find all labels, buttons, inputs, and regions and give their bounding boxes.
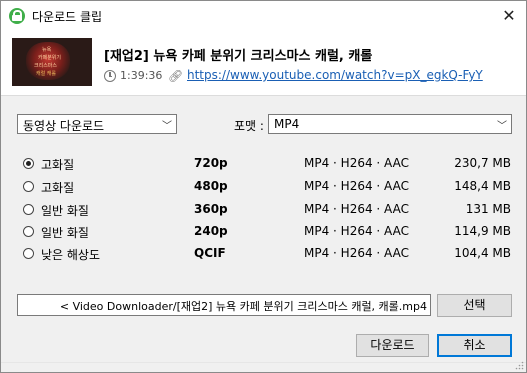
quality-radio[interactable] [23,204,34,215]
format-select[interactable]: MP4 ﹀ [268,114,512,134]
quality-format: MP4 · H264 · AAC [304,156,409,170]
quality-label: 낮은 해상도 [41,248,101,262]
quality-option[interactable]: 고화질 720p MP4 · H264 · AAC 230,7 MB [1,154,526,176]
quality-size: 114,9 MB [454,224,511,238]
download-clip-dialog: 다운로드 클립 ✕ 뉴욕 카페분위기 크리스마스 캐럴 캐롤 [재업2] 뉴욕 … [0,0,527,373]
quality-radio[interactable] [23,158,34,169]
quality-resolution: 480p [194,179,228,193]
resize-grip-icon[interactable] [514,360,524,370]
format-value: MP4 [274,117,300,131]
quality-radio[interactable] [23,226,34,237]
video-url-link[interactable]: https://www.youtube.com/watch?v=pX_egkQ-… [187,68,483,82]
chevron-down-icon: ﹀ [497,121,507,132]
browse-button[interactable]: 선택 [437,294,512,317]
video-title: [재업2] 뉴욕 카페 분위기 크리스마스 캐럴, 캐롤 [104,49,373,64]
quality-option[interactable]: 일반 화질 240p MP4 · H264 · AAC 114,9 MB [1,222,526,244]
format-label: 포맷 : [234,119,264,133]
quality-format: MP4 · H264 · AAC [304,179,409,193]
clock-icon [104,70,116,82]
title-bar: 다운로드 클립 ✕ [1,1,526,31]
quality-size: 104,4 MB [454,246,511,260]
quality-resolution: 360p [194,202,228,216]
video-thumbnail: 뉴욕 카페분위기 크리스마스 캐럴 캐롤 [12,38,92,86]
chevron-down-icon: ﹀ [162,121,172,132]
quality-format: MP4 · H264 · AAC [304,224,409,238]
quality-label: 일반 화질 [41,226,89,240]
quality-option[interactable]: 낮은 해상도 QCIF MP4 · H264 · AAC 104,4 MB [1,244,526,266]
video-duration: 1:39:36 [120,69,163,82]
quality-option[interactable]: 고화질 480p MP4 · H264 · AAC 148,4 MB [1,177,526,199]
quality-resolution: QCIF [194,246,226,260]
quality-resolution: 720p [194,156,228,170]
quality-label: 고화질 [41,181,75,195]
quality-format: MP4 · H264 · AAC [304,202,409,216]
video-info-header: 뉴욕 카페분위기 크리스마스 캐럴 캐롤 [재업2] 뉴욕 카페 분위기 크리스… [1,31,526,96]
close-button[interactable]: ✕ [492,1,526,31]
close-icon[interactable]: ✕ [502,6,515,25]
clip-download-icon [9,8,25,24]
output-path-value: < Video Downloader/[재업2] 뉴욕 카페 분위기 크리스마스… [59,300,427,313]
quality-radio[interactable] [23,248,34,259]
link-icon: 🔗︎ [168,69,184,83]
quality-size: 148,4 MB [454,179,511,193]
window-title: 다운로드 클립 [32,10,103,24]
quality-size: 131 MB [465,202,511,216]
quality-resolution: 240p [194,224,228,238]
quality-label: 고화질 [41,158,75,172]
quality-label: 일반 화질 [41,204,89,218]
download-type-select[interactable]: 동영상 다운로드 ﹀ [17,114,177,134]
download-button[interactable]: 다운로드 [356,334,429,357]
footer-divider [1,362,526,363]
quality-size: 230,7 MB [454,156,511,170]
quality-option[interactable]: 일반 화질 360p MP4 · H264 · AAC 131 MB [1,200,526,222]
quality-radio[interactable] [23,181,34,192]
download-type-value: 동영상 다운로드 [23,119,105,133]
cancel-button[interactable]: 취소 [437,334,512,357]
quality-format: MP4 · H264 · AAC [304,246,409,260]
output-path-field[interactable]: < Video Downloader/[재업2] 뉴욕 카페 분위기 크리스마스… [17,294,431,316]
